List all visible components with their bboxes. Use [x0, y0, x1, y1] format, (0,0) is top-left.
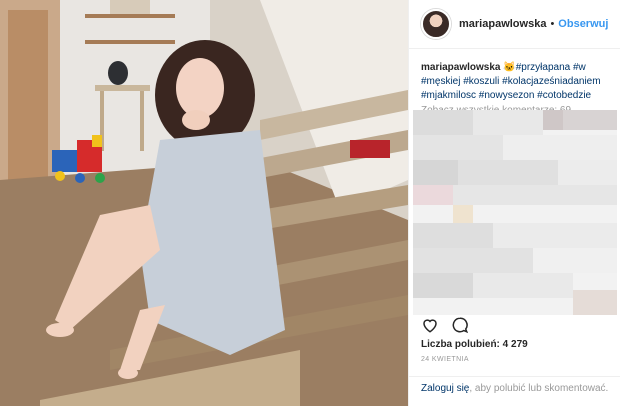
hashtag[interactable]: #mjakmilosc [421, 90, 476, 101]
profile-avatar[interactable] [421, 9, 451, 39]
post-photo [0, 0, 408, 406]
hashtag[interactable]: #męskiej [421, 76, 460, 87]
likes-count[interactable]: Liczba polubień: 4 279 [421, 339, 528, 350]
follow-button[interactable]: Obserwuj [558, 18, 608, 30]
hashtag[interactable]: #nowysezon [479, 90, 535, 101]
login-prompt-text: , aby polubić lub skomentować. [469, 383, 609, 394]
heart-outline-icon[interactable] [421, 316, 439, 334]
caption-username[interactable]: mariapawlowska [421, 62, 500, 73]
login-prompt: Zaloguj się, aby polubić lub skomentować… [409, 376, 620, 406]
blurred-comments [413, 110, 617, 315]
separator-dot: • [550, 18, 555, 30]
hashtag[interactable]: #przyłapana [516, 62, 570, 73]
hashtag[interactable]: #kolacjaześniadaniem [502, 76, 600, 87]
post-sidebar: mariapawlowska • Obserwuj mariapawlowska… [408, 0, 620, 406]
post-actions [421, 316, 469, 334]
comment-bubble-icon[interactable] [451, 316, 469, 334]
hashtag[interactable]: #w [573, 62, 586, 73]
post-header: mariapawlowska • Obserwuj [409, 0, 620, 49]
login-link[interactable]: Zaloguj się [421, 383, 469, 394]
author-username[interactable]: mariapawlowska [459, 18, 546, 30]
hashtag[interactable]: #cotobedzie [537, 90, 591, 101]
caption-emoji: 🐱 [503, 62, 516, 73]
post-date: 24 KWIETNIA [421, 356, 469, 363]
instagram-post: mariapawlowska • Obserwuj mariapawlowska… [0, 0, 620, 406]
post-caption: mariapawlowska 🐱#przyłapana #w #męskiej … [409, 49, 620, 103]
hashtag[interactable]: #koszuli [463, 76, 499, 87]
post-photo-image [0, 0, 408, 406]
